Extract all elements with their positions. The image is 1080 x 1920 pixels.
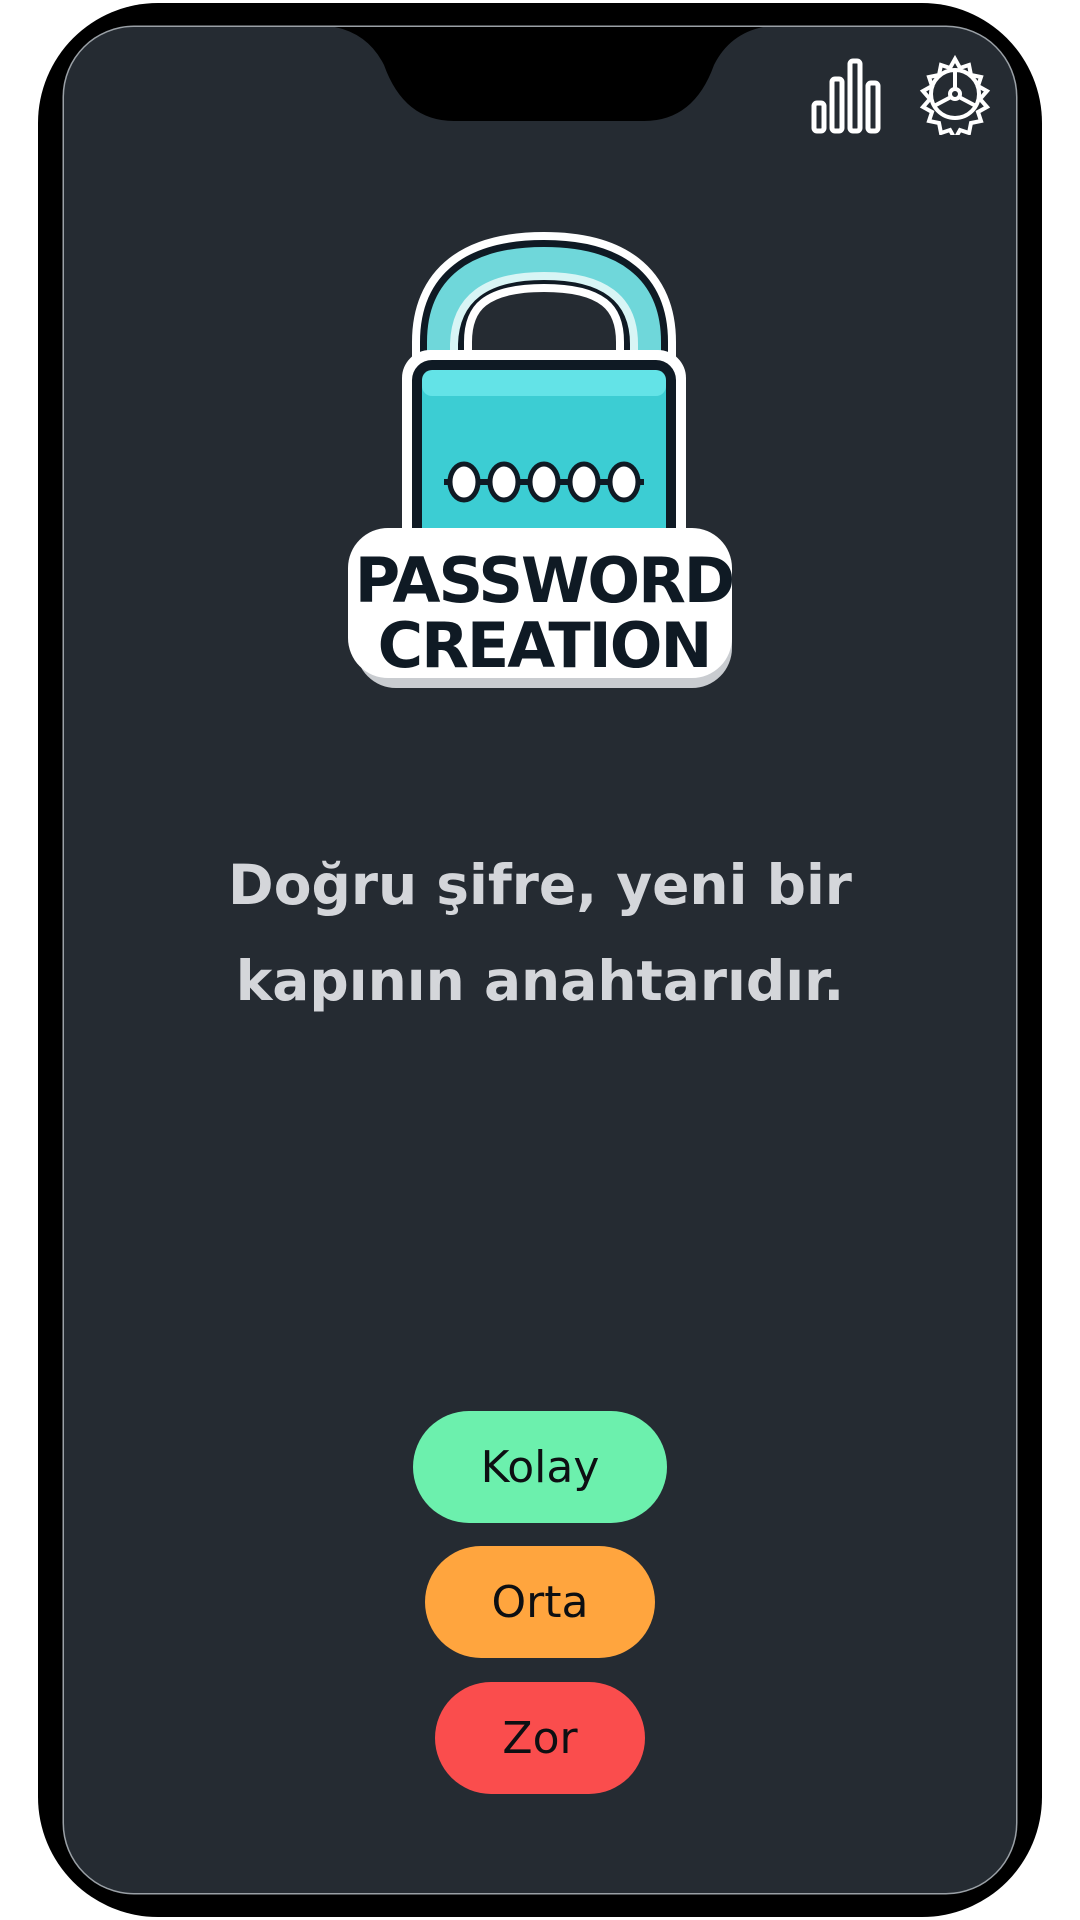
app-screen: PASSWORD CREATION Doğru şifre, yeni bir … [64, 27, 1016, 1893]
padlock-icon [348, 231, 732, 688]
camera-notch [334, 27, 764, 121]
easy-button[interactable]: Kolay [413, 1411, 667, 1523]
app-logo: PASSWORD CREATION [344, 231, 744, 702]
medium-button[interactable]: Orta [425, 1546, 655, 1658]
gear-icon[interactable] [914, 53, 996, 135]
bar-chart-icon[interactable] [804, 53, 886, 135]
hard-button[interactable]: Zor [435, 1682, 645, 1794]
motto-text: Doğru şifre, yeni bir kapının anahtarıdı… [228, 853, 852, 1013]
